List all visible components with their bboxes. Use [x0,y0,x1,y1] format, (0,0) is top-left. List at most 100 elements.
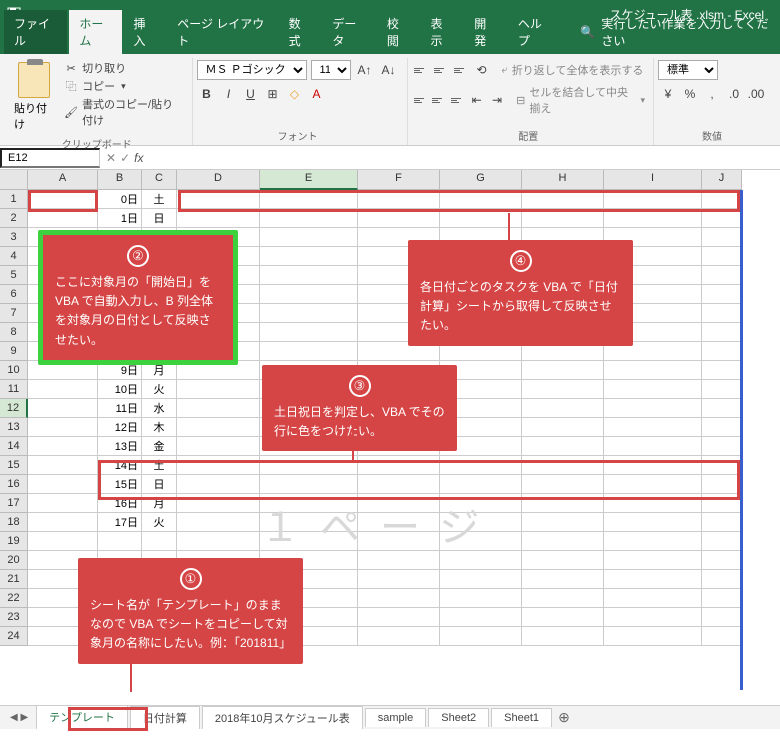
italic-button[interactable]: I [219,84,239,104]
comma-icon[interactable]: , [702,84,722,104]
row-header[interactable]: 14 [0,437,28,456]
cell[interactable] [604,627,702,646]
decrease-decimal-icon[interactable]: .00 [746,84,766,104]
cell[interactable] [28,209,98,228]
fx-icon[interactable]: fx [134,151,143,165]
cell[interactable] [702,418,742,437]
cell[interactable] [522,570,604,589]
row-header[interactable]: 17 [0,494,28,513]
cell[interactable] [522,190,604,209]
cell[interactable] [358,513,440,532]
row-header[interactable]: 2 [0,209,28,228]
row-header[interactable]: 7 [0,304,28,323]
cell[interactable] [260,209,358,228]
cell[interactable] [28,399,98,418]
cell[interactable] [522,513,604,532]
cell[interactable] [604,475,702,494]
font-name-select[interactable]: ＭＳ Ｐゴシック [197,60,307,80]
col-header-e[interactable]: E [260,170,358,190]
cell[interactable] [440,608,522,627]
row-header[interactable]: 9 [0,342,28,361]
cell[interactable] [260,304,358,323]
cell[interactable] [358,627,440,646]
row-header[interactable]: 24 [0,627,28,646]
decrease-font-icon[interactable]: A↓ [379,60,399,80]
cell[interactable] [604,209,702,228]
tab-file[interactable]: ファイル [4,10,67,54]
wrap-text-button[interactable]: ⤶折り返して全体を表示する [502,62,644,78]
cell[interactable] [702,570,742,589]
col-header-f[interactable]: F [358,170,440,190]
format-painter-button[interactable]: 🖌書式のコピー/貼り付け [64,96,183,128]
cell[interactable] [440,456,522,475]
cell[interactable] [702,627,742,646]
cell[interactable] [358,532,440,551]
cell[interactable] [260,513,358,532]
cell[interactable] [28,513,98,532]
col-header-c[interactable]: C [142,170,177,190]
cell[interactable] [440,589,522,608]
enter-formula-icon[interactable]: ✓ [120,151,130,165]
row-header[interactable]: 18 [0,513,28,532]
cell[interactable] [358,570,440,589]
cell[interactable] [177,399,260,418]
cell[interactable]: 木 [142,418,177,437]
cell[interactable] [177,209,260,228]
cell[interactable]: 12日 [98,418,142,437]
font-size-select[interactable]: 11 [311,60,351,80]
cell[interactable] [604,570,702,589]
cell[interactable] [260,285,358,304]
tab-developer[interactable]: 開発 [464,10,506,54]
cell[interactable] [358,190,440,209]
cell[interactable]: 11日 [98,399,142,418]
cell[interactable] [522,475,604,494]
cell[interactable] [604,437,702,456]
cell[interactable] [702,399,742,418]
cell[interactable]: 火 [142,380,177,399]
col-header-j[interactable]: J [702,170,742,190]
row-header[interactable]: 21 [0,570,28,589]
cell[interactable]: 火 [142,513,177,532]
cell[interactable] [358,456,440,475]
cell[interactable] [440,551,522,570]
sheet-tab-2018-10[interactable]: 2018年10月スケジュール表 [202,706,363,729]
tab-help[interactable]: ヘルプ [508,10,561,54]
cell[interactable] [604,361,702,380]
sheet-nav[interactable]: ◀ ▶ [4,712,34,723]
tab-insert[interactable]: 挿入 [124,10,166,54]
cell[interactable] [522,399,604,418]
col-header-a[interactable]: A [28,170,98,190]
cell[interactable] [702,190,742,209]
cell[interactable] [260,323,358,342]
cell[interactable] [702,285,742,304]
row-header[interactable]: 4 [0,247,28,266]
cell[interactable] [142,532,177,551]
cell[interactable]: 水 [142,399,177,418]
cell[interactable] [260,342,358,361]
tell-me-search[interactable]: 🔍 実行したい作業を入力してください [572,10,780,54]
copy-button[interactable]: ⿻コピー▾ [64,78,183,94]
row-header[interactable]: 22 [0,589,28,608]
cell[interactable] [522,494,604,513]
name-box[interactable] [0,148,100,168]
cell[interactable] [702,513,742,532]
cell[interactable] [28,494,98,513]
increase-decimal-icon[interactable]: .0 [724,84,744,104]
cell[interactable]: 16日 [98,494,142,513]
cell[interactable] [260,266,358,285]
cell[interactable] [260,456,358,475]
cell[interactable]: 13日 [98,437,142,456]
cell[interactable]: 17日 [98,513,142,532]
border-button[interactable]: ⊞ [263,84,283,104]
cell[interactable]: 15日 [98,475,142,494]
cell[interactable] [702,361,742,380]
cell[interactable]: 10日 [98,380,142,399]
cell[interactable] [522,437,604,456]
cell[interactable] [358,589,440,608]
cell[interactable] [702,342,742,361]
cell[interactable] [358,494,440,513]
cell[interactable] [260,494,358,513]
cell[interactable] [702,247,742,266]
cell[interactable] [522,589,604,608]
cell[interactable] [177,532,260,551]
